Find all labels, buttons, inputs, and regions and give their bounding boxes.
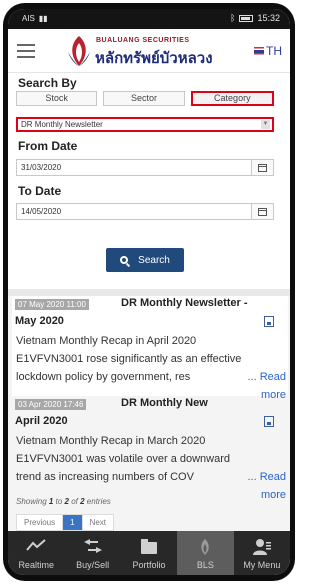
- page-button-current[interactable]: 1: [63, 515, 83, 530]
- language-switch[interactable]: TH: [254, 44, 282, 58]
- pdf-icon[interactable]: [264, 316, 274, 327]
- category-select[interactable]: DR Monthly Newsletter ▼: [16, 117, 274, 132]
- folder-icon: [141, 539, 158, 554]
- hamburger-menu-icon[interactable]: [17, 44, 35, 58]
- search-by-label: Search By: [18, 76, 77, 90]
- bottom-navigation: Realtime Buy/Sell Portfolio BLS My Menu: [8, 531, 290, 575]
- entries-summary: Showing 1 to 2 of 2 entries: [16, 497, 111, 506]
- result-line: Vietnam Monthly Recap in March 2020: [16, 435, 206, 447]
- to-date-input[interactable]: 14/05/2020: [16, 203, 252, 220]
- list-item[interactable]: 07 May 2020 11:00 DR Monthly Newsletter …: [12, 296, 288, 396]
- search-button-label: Search: [138, 254, 170, 266]
- bluetooth-icon: ᛒ: [230, 13, 236, 23]
- search-by-tabs: Stock Sector Category: [16, 91, 274, 106]
- phone-frame: AIS ▮▮ ᛒ 15:32 BUALUANG SECURITIES หลักท…: [3, 3, 295, 581]
- result-title-cont[interactable]: May 2020: [15, 315, 64, 327]
- language-label: TH: [266, 44, 282, 58]
- result-line: E1VFVN3001 was volatile over a downward: [16, 453, 231, 465]
- tab-sector[interactable]: Sector: [103, 91, 185, 106]
- user-menu-icon: [252, 539, 271, 555]
- tab-category[interactable]: Category: [190, 91, 274, 106]
- status-bar: AIS ▮▮ ᛒ 15:32: [8, 9, 290, 29]
- search-button[interactable]: Search: [106, 248, 184, 272]
- nav-buy-sell[interactable]: Buy/Sell: [64, 531, 120, 575]
- to-date-picker-button[interactable]: [252, 203, 274, 220]
- nav-label: BLS: [196, 560, 214, 570]
- line-chart-icon: [26, 539, 46, 551]
- to-date-field[interactable]: 14/05/2020: [16, 203, 274, 220]
- nav-portfolio[interactable]: Portfolio: [121, 531, 177, 575]
- to-date-label: To Date: [18, 184, 62, 198]
- nav-label: Realtime: [18, 560, 54, 570]
- from-date-field[interactable]: 31/03/2020: [16, 159, 274, 176]
- next-page-button[interactable]: Next: [83, 515, 113, 530]
- brand-english: BUALUANG SECURITIES: [96, 37, 190, 44]
- from-date-label: From Date: [18, 139, 78, 153]
- from-date-input[interactable]: 31/03/2020: [16, 159, 252, 176]
- calendar-icon: [258, 164, 267, 172]
- nav-label: My Menu: [243, 560, 281, 570]
- lotus-logo-icon: [68, 36, 90, 66]
- nav-my-menu[interactable]: My Menu: [234, 531, 290, 575]
- read-more-link-cont[interactable]: more: [261, 486, 286, 504]
- result-line: lockdown policy by government, res: [16, 371, 191, 383]
- brand-thai: หลักทรัพย์บัวหลวง: [95, 50, 213, 67]
- clock: 15:32: [257, 13, 280, 23]
- result-line: E1VFVN3001 rose significantly as an effe…: [16, 353, 242, 365]
- results-list[interactable]: 07 May 2020 11:00 DR Monthly Newsletter …: [8, 289, 290, 531]
- result-title-cont[interactable]: April 2020: [15, 415, 68, 427]
- nav-label: Buy/Sell: [76, 560, 110, 570]
- result-title[interactable]: DR Monthly Newsletter -: [121, 297, 248, 309]
- app-header: BUALUANG SECURITIES หลักทรัพย์บัวหลวง TH: [8, 29, 290, 73]
- previous-page-button[interactable]: Previous: [17, 515, 64, 530]
- result-line: Vietnam Monthly Recap in April 2020: [16, 335, 197, 347]
- thai-flag-icon: [254, 46, 264, 56]
- swap-arrows-icon: [83, 539, 102, 553]
- carrier-label: AIS: [22, 14, 35, 23]
- calendar-icon: [258, 208, 267, 216]
- signal-icon: ▮▮: [38, 14, 48, 23]
- from-date-picker-button[interactable]: [252, 159, 274, 176]
- tab-stock[interactable]: Stock: [16, 91, 98, 106]
- bualuang-logo: BUALUANG SECURITIES หลักทรัพย์บัวหลวง: [66, 34, 234, 68]
- battery-icon: [239, 14, 254, 22]
- nav-realtime[interactable]: Realtime: [8, 531, 64, 575]
- result-date-badge: 03 Apr 2020 17:46: [15, 399, 87, 410]
- category-select-value: DR Monthly Newsletter: [21, 120, 103, 129]
- result-title[interactable]: DR Monthly New: [121, 397, 208, 409]
- app-screen: AIS ▮▮ ᛒ 15:32 BUALUANG SECURITIES หลักท…: [8, 9, 290, 575]
- result-date-badge: 07 May 2020 11:00: [15, 299, 89, 310]
- result-line: trend as increasing numbers of COV: [16, 471, 194, 483]
- nav-bls[interactable]: BLS: [177, 531, 234, 575]
- read-more-link[interactable]: ... Read: [247, 468, 286, 486]
- pagination: Previous 1 Next: [16, 514, 115, 531]
- nav-label: Portfolio: [132, 560, 166, 570]
- pdf-icon[interactable]: [264, 416, 274, 427]
- list-item[interactable]: 03 Apr 2020 17:46 DR Monthly New April 2…: [12, 396, 288, 496]
- read-more-link[interactable]: ... Read: [247, 368, 286, 386]
- bls-logo-icon: [201, 539, 210, 555]
- search-icon: [120, 256, 129, 264]
- chevron-down-icon: ▼: [261, 120, 270, 129]
